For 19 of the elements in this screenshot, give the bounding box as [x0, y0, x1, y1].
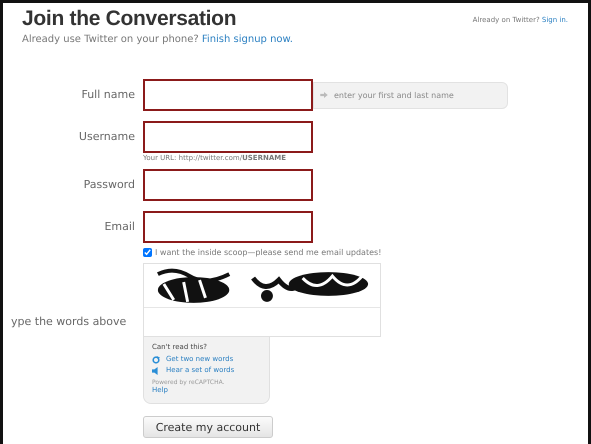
checkbox-label: I want the inside scoop—please send me email updates! [155, 248, 382, 257]
hint-text: enter your first and last name [334, 90, 454, 100]
captcha-label: ype the words above [10, 314, 128, 330]
input-field[interactable] [143, 211, 313, 243]
page-title: Join the Conversation [22, 7, 238, 31]
email-updates-checkbox[interactable] [143, 248, 152, 257]
input-field[interactable] [143, 169, 313, 201]
field-label: Email [103, 219, 136, 235]
input-field[interactable] [143, 121, 313, 153]
create-account-button[interactable]: Create my account [143, 416, 273, 438]
subtitle-text: Already use Twitter on your phone? Finish signup now. [22, 34, 293, 45]
speaker-icon [152, 366, 160, 374]
refresh-icon [152, 356, 160, 364]
field-label: Password [82, 177, 136, 193]
arrow-icon [320, 92, 328, 98]
field-label: Username [78, 129, 136, 145]
finish-signup-link[interactable]: Finish signup now. [202, 34, 293, 45]
field-label: Full name [80, 87, 136, 103]
input-field[interactable] [143, 79, 313, 111]
